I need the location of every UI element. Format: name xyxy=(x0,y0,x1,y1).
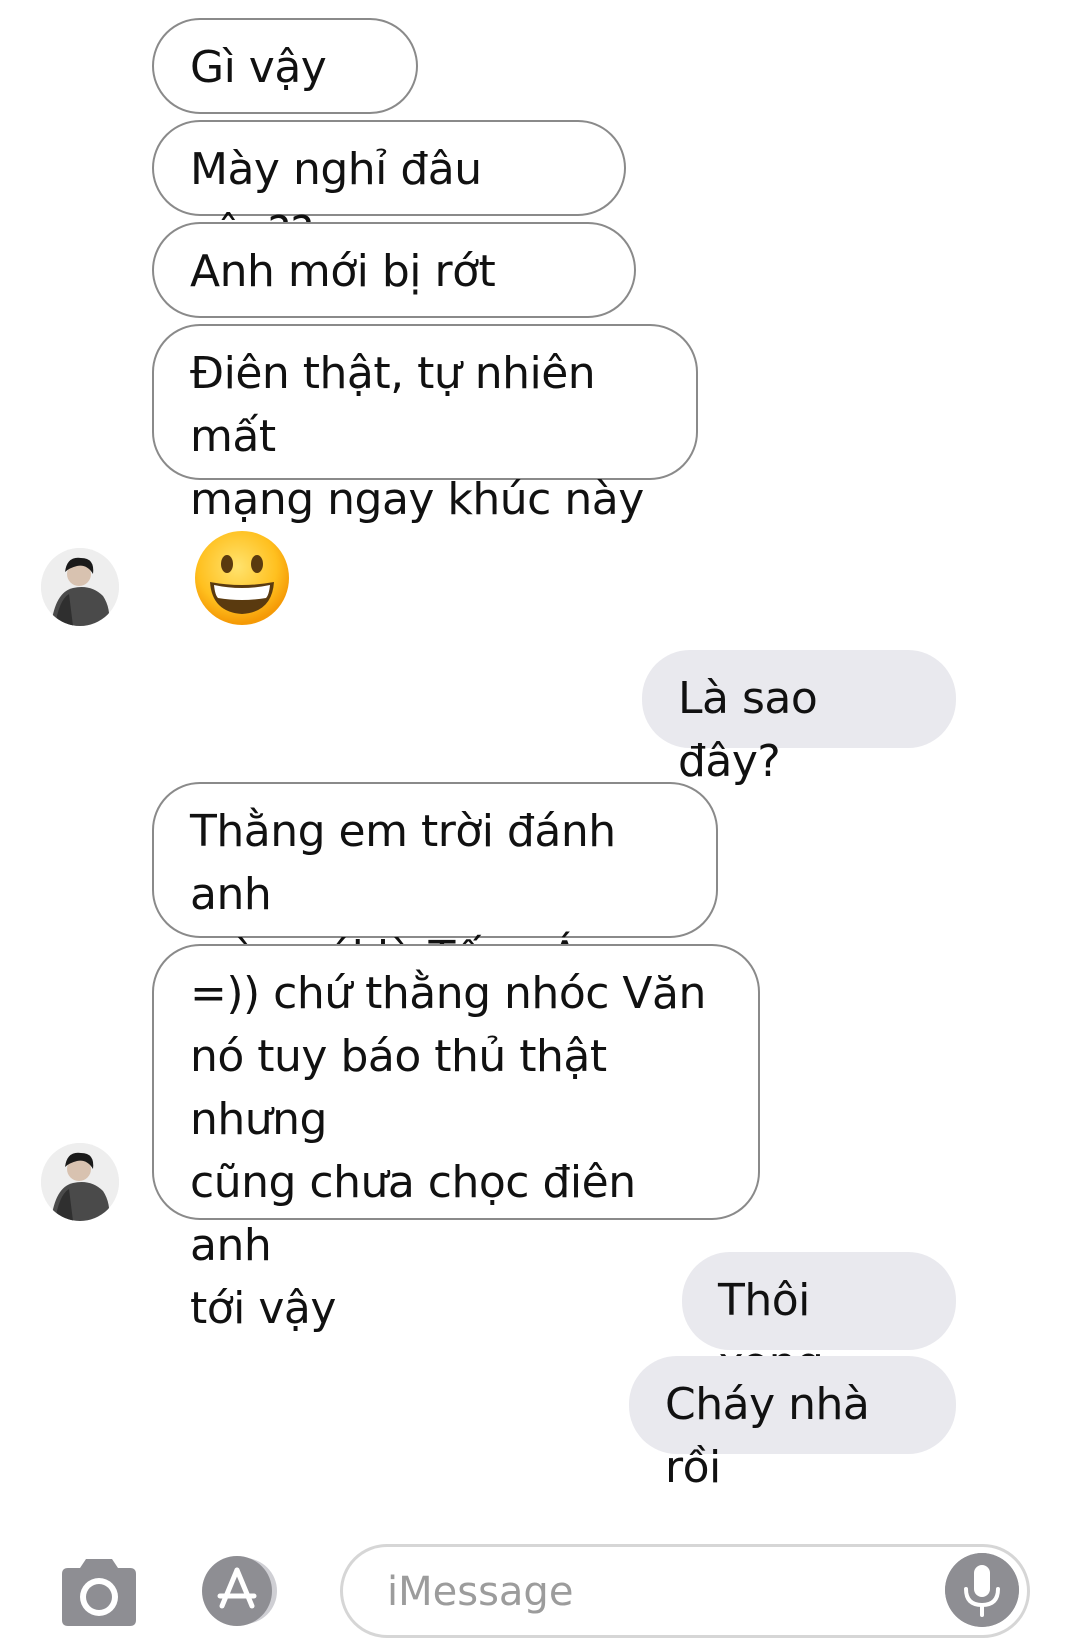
received-message[interactable]: Mày nghỉ đâu vậy?? xyxy=(152,120,626,258)
contact-avatar[interactable] xyxy=(41,1143,119,1221)
microphone-icon[interactable] xyxy=(945,1553,1019,1627)
message-placeholder: iMessage xyxy=(387,1569,574,1615)
sent-message[interactable]: Là sao đây? xyxy=(642,650,956,787)
person-photo-icon xyxy=(41,1143,119,1221)
camera-icon[interactable] xyxy=(56,1556,142,1628)
received-message[interactable]: Anh mới bị rớt mạng xyxy=(152,222,636,360)
received-message[interactable]: Gì vậy em xyxy=(152,18,418,156)
grinning-face-emoji[interactable] xyxy=(192,528,292,628)
app-store-icon[interactable] xyxy=(196,1554,296,1628)
person-photo-icon xyxy=(41,548,119,626)
received-message[interactable]: =)) chứ thằng nhóc Văn nó tuy báo thủ th… xyxy=(152,944,760,1334)
received-message[interactable]: Điên thật, tự nhiên mất mạng ngay khúc n… xyxy=(152,324,698,525)
message-input-bar: iMessage xyxy=(0,1528,1080,1649)
sent-message[interactable]: Cháy nhà rồi xyxy=(629,1356,956,1493)
received-message[interactable]: Thằng em trời đánh anh mày nói là Tống Á… xyxy=(152,782,718,1046)
sent-message[interactable]: Thôi xong xyxy=(682,1252,956,1389)
imessage-text-field[interactable]: iMessage xyxy=(340,1544,1030,1638)
contact-avatar[interactable] xyxy=(41,548,119,626)
